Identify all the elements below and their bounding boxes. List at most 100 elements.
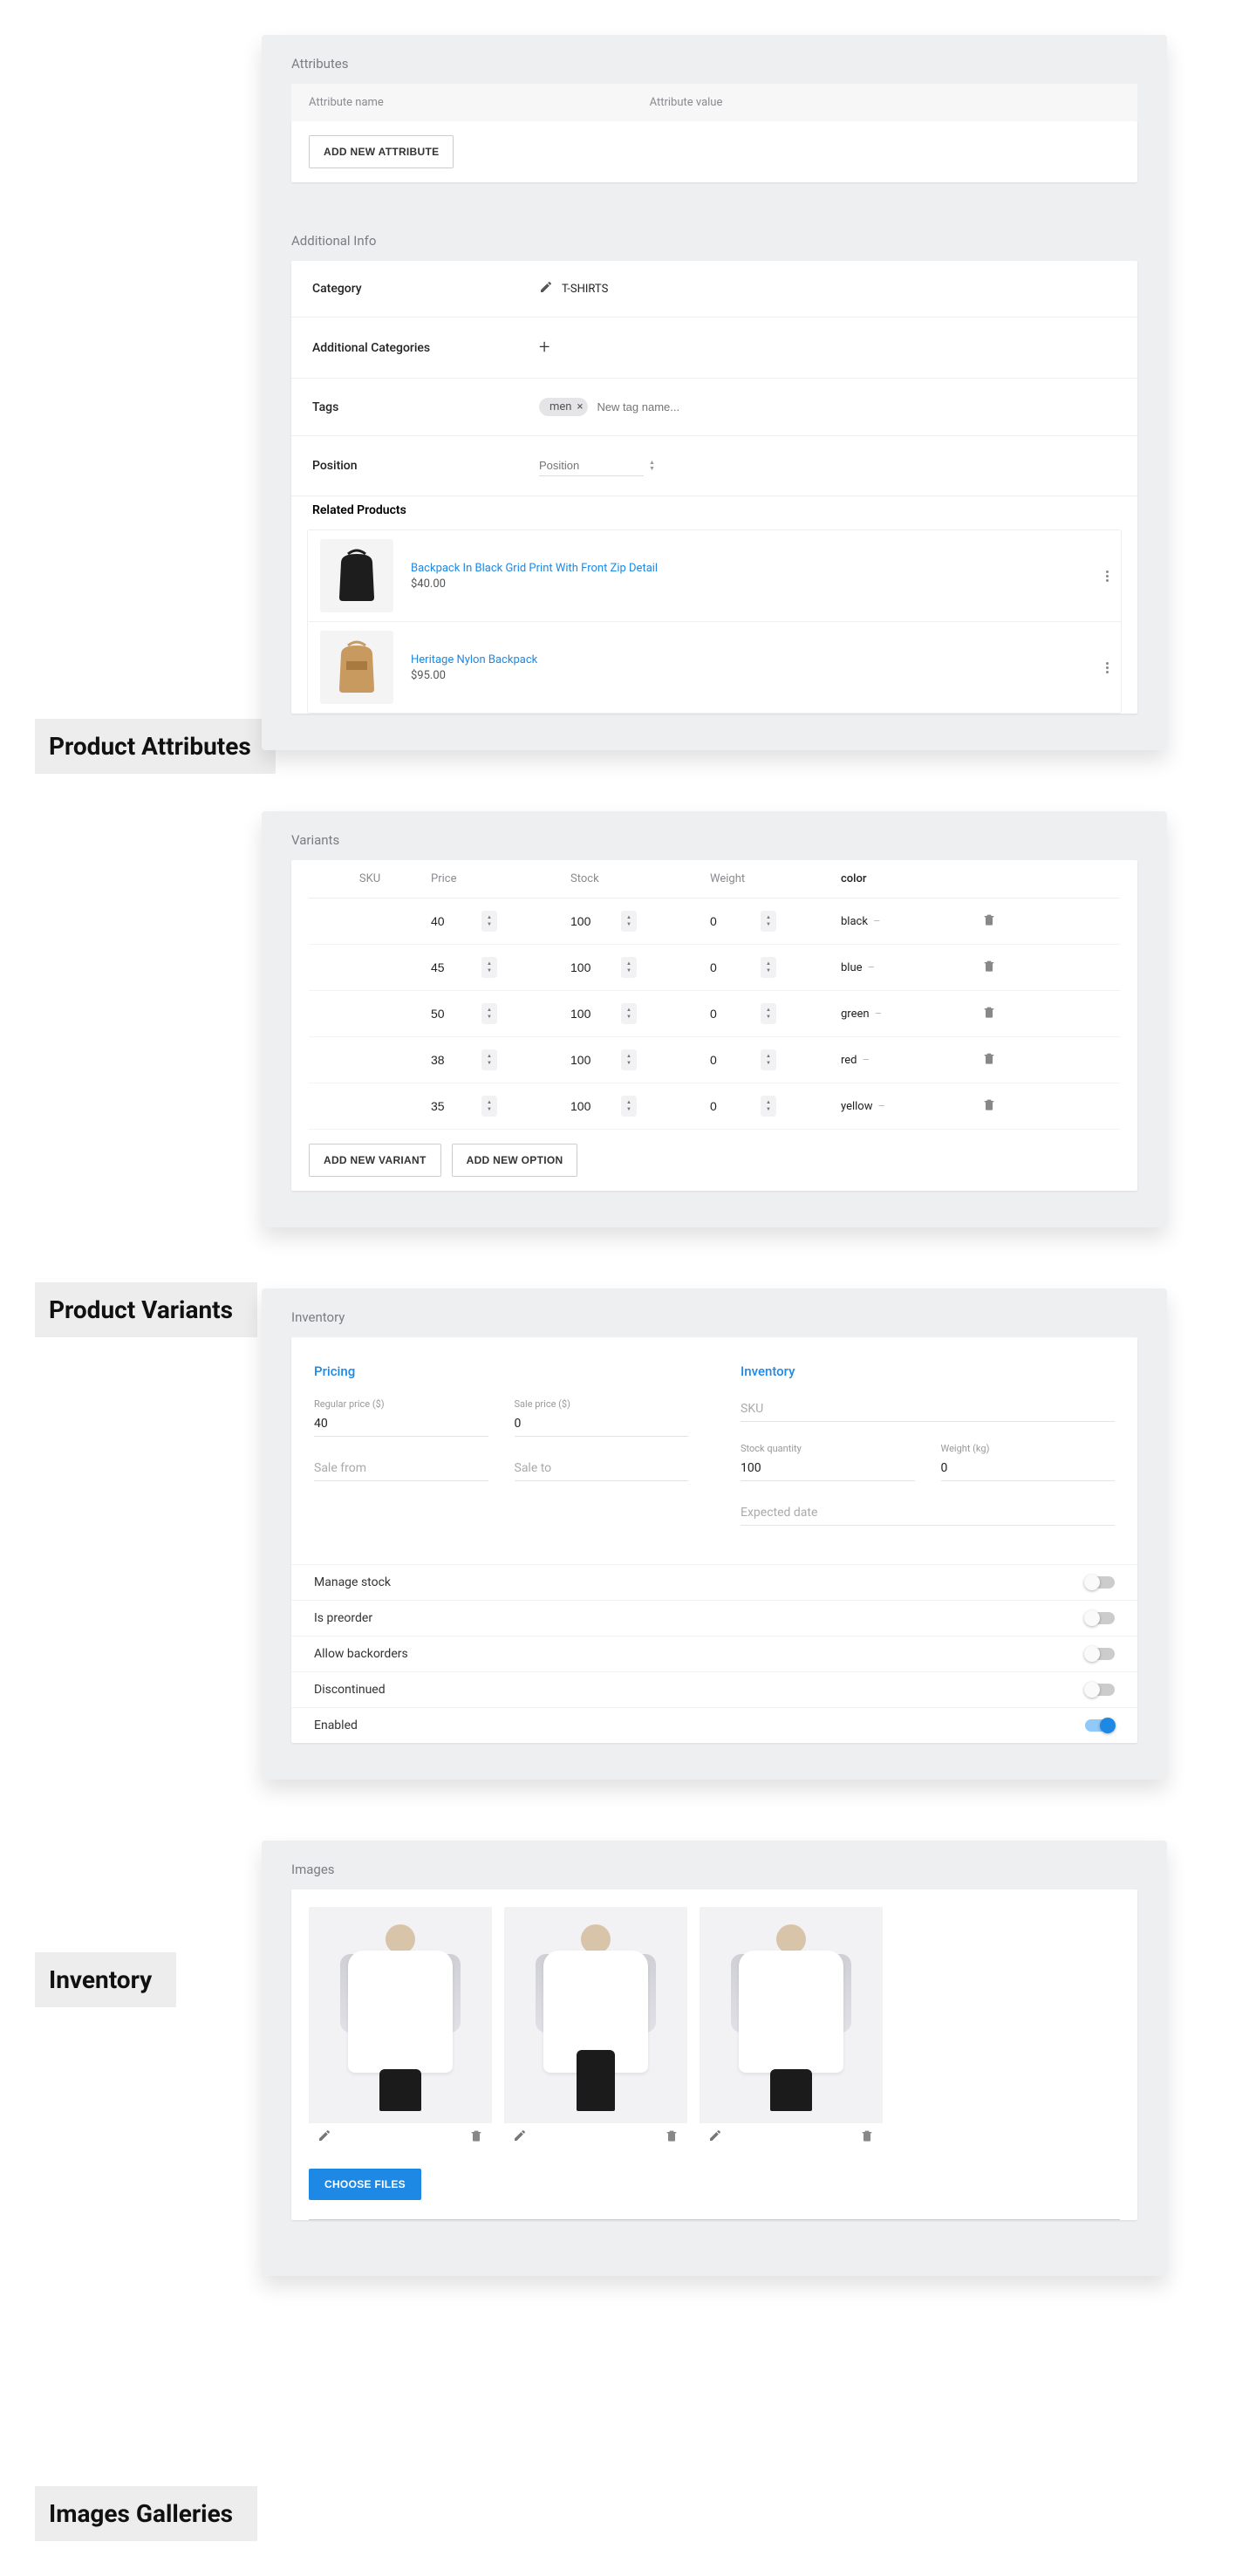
stock-input[interactable] xyxy=(570,914,612,928)
regular-price-input[interactable]: 40 xyxy=(314,1413,488,1437)
sale-price-input[interactable]: 0 xyxy=(515,1413,689,1437)
weight-input[interactable] xyxy=(710,1053,752,1067)
image-thumbnail[interactable] xyxy=(700,1907,883,2123)
weight-stepper[interactable]: ▲▼ xyxy=(761,911,776,932)
sku-input[interactable]: SKU xyxy=(741,1398,1115,1422)
stock-stepper[interactable]: ▲▼ xyxy=(621,911,637,932)
weight-stepper[interactable]: ▲▼ xyxy=(761,957,776,978)
delete-variant-icon[interactable] xyxy=(982,1005,996,1022)
remove-tag-icon[interactable]: × xyxy=(577,400,583,413)
related-item-price: $95.00 xyxy=(411,669,1089,682)
position-stepper[interactable]: ▲▼ xyxy=(649,460,655,472)
price-input[interactable] xyxy=(431,1053,473,1067)
image-thumbnail[interactable] xyxy=(504,1907,687,2123)
stock-stepper[interactable]: ▲▼ xyxy=(621,1049,637,1070)
image-card xyxy=(309,1907,492,2151)
image-thumbnail[interactable] xyxy=(309,1907,492,2123)
price-stepper[interactable]: ▲▼ xyxy=(481,1003,497,1024)
sale-from-input[interactable]: Sale from xyxy=(314,1458,488,1481)
new-tag-input[interactable] xyxy=(597,400,750,413)
related-item-name[interactable]: Backpack In Black Grid Print With Front … xyxy=(411,562,1089,575)
related-thumbnail xyxy=(320,539,393,612)
weight-input[interactable] xyxy=(710,960,752,974)
more-icon[interactable] xyxy=(1106,662,1109,673)
price-stepper[interactable]: ▲▼ xyxy=(481,957,497,978)
color-value[interactable]: green xyxy=(841,1008,870,1021)
delete-variant-icon[interactable] xyxy=(982,1097,996,1115)
price-stepper[interactable]: ▲▼ xyxy=(481,1049,497,1070)
add-category-icon[interactable]: + xyxy=(539,337,550,359)
clear-color-icon[interactable]: – xyxy=(868,961,876,974)
clear-color-icon[interactable]: – xyxy=(873,915,881,928)
edit-image-icon[interactable] xyxy=(317,2128,331,2146)
row-tags: Tags men × xyxy=(291,379,1137,436)
row-addl-categories: Additional Categories + xyxy=(291,318,1137,379)
enabled-switch[interactable] xyxy=(1085,1719,1115,1732)
expected-date-input[interactable]: Expected date xyxy=(741,1502,1115,1526)
add-attribute-button[interactable]: ADD NEW ATTRIBUTE xyxy=(309,135,454,168)
delete-variant-icon[interactable] xyxy=(982,959,996,976)
delete-image-icon[interactable] xyxy=(665,2128,679,2146)
stock-stepper[interactable]: ▲▼ xyxy=(621,1003,637,1024)
edit-image-icon[interactable] xyxy=(513,2128,527,2146)
stock-input[interactable] xyxy=(570,1099,612,1113)
position-input[interactable] xyxy=(539,455,644,476)
edit-image-icon[interactable] xyxy=(708,2128,722,2146)
weight-stepper[interactable]: ▲▼ xyxy=(761,1096,776,1117)
price-stepper[interactable]: ▲▼ xyxy=(481,1096,497,1117)
add-option-button[interactable]: ADD NEW OPTION xyxy=(452,1144,578,1177)
add-variant-button[interactable]: ADD NEW VARIANT xyxy=(309,1144,441,1177)
toggle-enabled: Enabled xyxy=(291,1707,1137,1743)
weight-input[interactable]: 0 xyxy=(941,1458,1116,1481)
color-value[interactable]: black xyxy=(841,915,868,928)
inventory-title: Inventory xyxy=(262,1288,1167,1337)
images-title: Images xyxy=(262,1841,1167,1889)
stock-qty-input[interactable]: 100 xyxy=(741,1458,915,1481)
sale-to-input[interactable]: Sale to xyxy=(515,1458,689,1481)
stock-input[interactable] xyxy=(570,960,612,974)
tag-chip[interactable]: men × xyxy=(539,398,588,416)
label-images-galleries: Images Galleries xyxy=(49,2498,233,2529)
color-value[interactable]: red xyxy=(841,1054,857,1067)
preorder-switch[interactable] xyxy=(1085,1612,1115,1624)
stock-input[interactable] xyxy=(570,1007,612,1021)
clear-color-icon[interactable]: – xyxy=(863,1054,870,1067)
discontinued-switch[interactable] xyxy=(1085,1684,1115,1696)
price-input[interactable] xyxy=(431,1099,473,1113)
variant-row: ▲▼ ▲▼ ▲▼ green– xyxy=(309,991,1120,1037)
stock-input[interactable] xyxy=(570,1053,612,1067)
category-value: T-SHIRTS xyxy=(562,283,608,296)
pencil-icon[interactable] xyxy=(539,280,553,297)
related-item-name[interactable]: Heritage Nylon Backpack xyxy=(411,653,1089,666)
delete-image-icon[interactable] xyxy=(469,2128,483,2146)
more-icon[interactable] xyxy=(1106,571,1109,582)
delete-variant-icon[interactable] xyxy=(982,912,996,930)
delete-image-icon[interactable] xyxy=(860,2128,874,2146)
variant-row: ▲▼ ▲▼ ▲▼ blue– xyxy=(309,945,1120,991)
label-product-variants: Product Variants xyxy=(49,1295,233,1325)
delete-variant-icon[interactable] xyxy=(982,1051,996,1069)
pricing-header: Pricing xyxy=(314,1363,688,1379)
choose-files-button[interactable]: CHOOSE FILES xyxy=(309,2169,421,2200)
stock-stepper[interactable]: ▲▼ xyxy=(621,957,637,978)
attributes-header: Attribute name Attribute value xyxy=(291,84,1137,121)
weight-stepper[interactable]: ▲▼ xyxy=(761,1049,776,1070)
color-value[interactable]: yellow xyxy=(841,1100,872,1113)
clear-color-icon[interactable]: – xyxy=(877,1100,885,1113)
weight-input[interactable] xyxy=(710,1099,752,1113)
variant-row: ▲▼ ▲▼ ▲▼ yellow– xyxy=(309,1083,1120,1130)
color-value[interactable]: blue xyxy=(841,961,863,974)
stock-stepper[interactable]: ▲▼ xyxy=(621,1096,637,1117)
price-input[interactable] xyxy=(431,960,473,974)
price-stepper[interactable]: ▲▼ xyxy=(481,911,497,932)
price-input[interactable] xyxy=(431,914,473,928)
toggle-backorders: Allow backorders xyxy=(291,1636,1137,1671)
sale-price-label: Sale price ($) xyxy=(515,1398,689,1410)
backorders-switch[interactable] xyxy=(1085,1648,1115,1660)
price-input[interactable] xyxy=(431,1007,473,1021)
weight-input[interactable] xyxy=(710,1007,752,1021)
clear-color-icon[interactable]: – xyxy=(875,1008,883,1021)
manage-stock-switch[interactable] xyxy=(1085,1576,1115,1589)
weight-input[interactable] xyxy=(710,914,752,928)
weight-stepper[interactable]: ▲▼ xyxy=(761,1003,776,1024)
